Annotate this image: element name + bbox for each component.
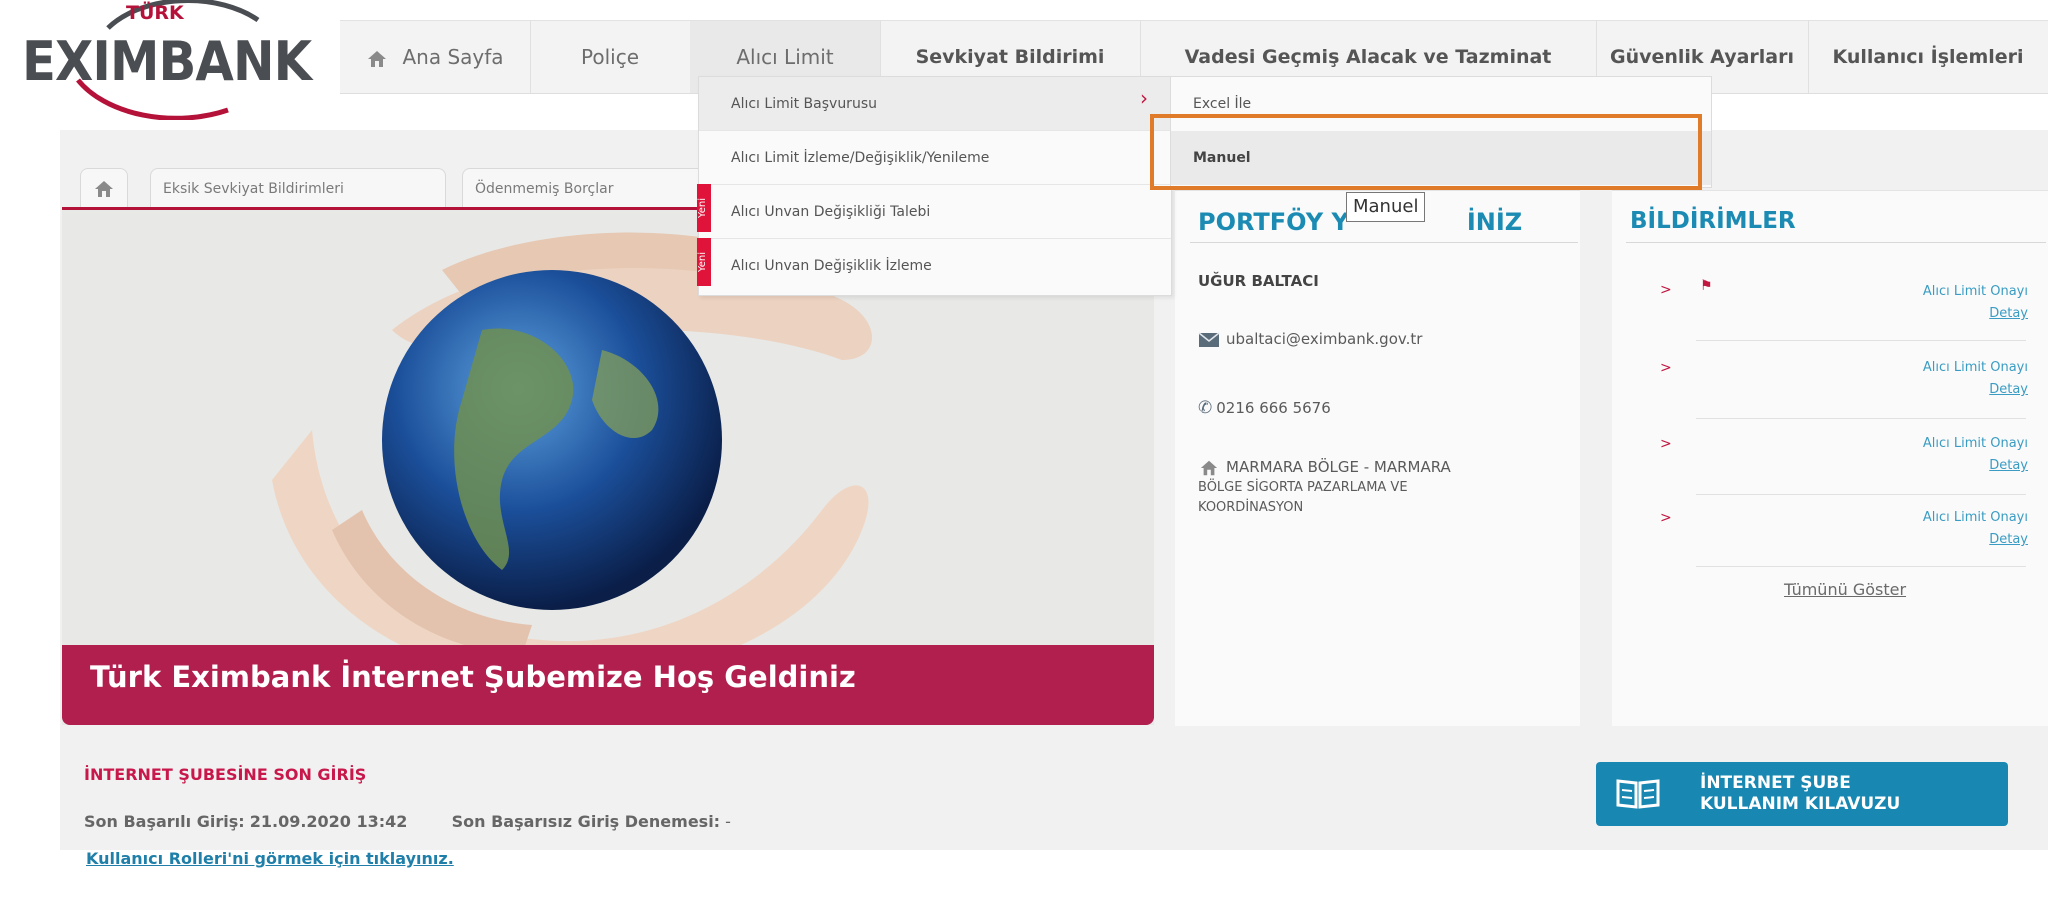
portfolio-region: MARMARA BÖLGE - MARMARA BÖLGE SİGORTA PA… xyxy=(1198,458,1451,517)
last-login-title: İNTERNET ŞUBESİNE SON GİRİŞ xyxy=(84,765,367,784)
nav-home-label: Ana Sayfa xyxy=(402,45,504,69)
chevron-right-icon: > xyxy=(1660,360,1672,376)
nav-home[interactable]: Ana Sayfa xyxy=(340,21,531,93)
new-badge: Yeni xyxy=(697,184,711,232)
portfolio-title-left: PORTFÖY Y xyxy=(1198,208,1349,236)
book-icon xyxy=(1616,779,1660,809)
last-fail-label: Son Başarısız Giriş Denemesi: xyxy=(451,812,721,831)
portfolio-phone: 0216 666 5676 xyxy=(1216,399,1331,417)
chevron-right-icon: › xyxy=(1140,86,1148,110)
notification-separator xyxy=(1696,494,2026,495)
notification-title: Alıcı Limit Onayı xyxy=(1922,436,2028,451)
home-icon xyxy=(368,50,387,67)
last-fail-value: - xyxy=(725,812,731,831)
show-all-link[interactable]: Tümünü Göster xyxy=(1784,580,1906,599)
portfolio-divider xyxy=(1190,242,1578,243)
notifications-divider xyxy=(1626,242,2046,243)
menu-item-unvan-degisiklik-izleme[interactable]: Alıcı Unvan Değişiklik İzleme xyxy=(699,239,1171,293)
nav-police[interactable]: Poliçe xyxy=(530,21,691,93)
user-roles-link[interactable]: Kullanıcı Rolleri'ni görmek için tıklayı… xyxy=(86,848,506,870)
chevron-right-icon: > xyxy=(1660,510,1672,526)
notification-detail-link[interactable]: Detay xyxy=(1808,458,2028,473)
portfolio-email[interactable]: ubaltaci@eximbank.gov.tr xyxy=(1226,330,1422,348)
notification-separator xyxy=(1696,418,2026,419)
last-login-row: Son Başarılı Giriş: 21.09.2020 13:42 Son… xyxy=(84,812,731,831)
notification-separator xyxy=(1696,340,2026,341)
region-line-3: KOORDİNASYON xyxy=(1198,500,1304,515)
tab-eksik-sevkiyat[interactable]: Eksik Sevkiyat Bildirimleri xyxy=(150,168,446,209)
notification-title: Alıcı Limit Onayı xyxy=(1922,510,2028,525)
flag-icon: ⚑ xyxy=(1700,278,1713,294)
notifications-title: BİLDİRİMLER xyxy=(1630,208,1796,234)
phone-icon: ✆ xyxy=(1198,398,1213,418)
notification-title: Alıcı Limit Onayı xyxy=(1922,284,2028,299)
user-guide-label: İNTERNET ŞUBE KULLANIM KILAVUZU xyxy=(1700,773,2000,815)
home-icon xyxy=(1200,460,1218,475)
banner-caption-text: Türk Eximbank İnternet Şubemize Hoş Geld… xyxy=(90,660,856,694)
last-success-value: 21.09.2020 13:42 xyxy=(249,812,408,831)
guide-line-2: KULLANIM KILAVUZU xyxy=(1700,794,1901,814)
home-icon xyxy=(95,181,113,197)
tab-odenmemis-borclar[interactable]: Ödenmemiş Borçlar xyxy=(462,168,708,209)
last-success-label: Son Başarılı Giriş: xyxy=(84,812,245,831)
alici-limit-dropdown: Alıcı Limit Başvurusu Alıcı Limit İzleme… xyxy=(698,76,1172,296)
portfolio-title-right: İNİZ xyxy=(1466,208,1523,236)
menu-item-alici-limit-izleme[interactable]: Alıcı Limit İzleme/Değişiklik/Yenileme xyxy=(699,131,1171,185)
nav-kullanici-islemleri[interactable]: Kullanıcı İşlemleri xyxy=(1808,21,2048,93)
region-line-2: BÖLGE SİGORTA PAZARLAMA VE xyxy=(1198,480,1408,495)
portfolio-phone-row: ✆ 0216 666 5676 xyxy=(1198,398,1331,418)
manuel-tooltip: Manuel xyxy=(1346,192,1426,222)
portfolio-manager-name: UĞUR BALTACI xyxy=(1198,272,1319,290)
portfolio-email-row: ubaltaci@eximbank.gov.tr xyxy=(1198,330,1422,348)
notification-detail-link[interactable]: Detay xyxy=(1808,306,2028,321)
logo-wordmark: EXIMBANK xyxy=(22,30,312,93)
guide-line-1: İNTERNET ŞUBE xyxy=(1700,773,1851,793)
logo-turk-text: TÜRK xyxy=(126,2,184,24)
mail-icon xyxy=(1198,331,1220,347)
notification-detail-link[interactable]: Detay xyxy=(1808,532,2028,547)
notification-title: Alıcı Limit Onayı xyxy=(1922,360,2028,375)
chevron-right-icon: > xyxy=(1660,436,1672,452)
menu-item-alici-limit-basvurusu[interactable]: Alıcı Limit Başvurusu xyxy=(699,77,1171,131)
menu-item-unvan-degisikligi-talebi[interactable]: Alıcı Unvan Değişikliği Talebi xyxy=(699,185,1171,239)
notification-detail-link[interactable]: Detay xyxy=(1808,382,2028,397)
region-line-1: MARMARA BÖLGE - MARMARA xyxy=(1226,458,1451,476)
notification-separator xyxy=(1696,566,2026,567)
eximbank-logo[interactable]: TÜRK EXIMBANK xyxy=(18,0,318,120)
new-badge: Yeni xyxy=(697,238,711,286)
chevron-right-icon: > xyxy=(1660,282,1672,298)
highlight-box xyxy=(1150,114,1702,190)
tab-home[interactable] xyxy=(80,168,128,209)
